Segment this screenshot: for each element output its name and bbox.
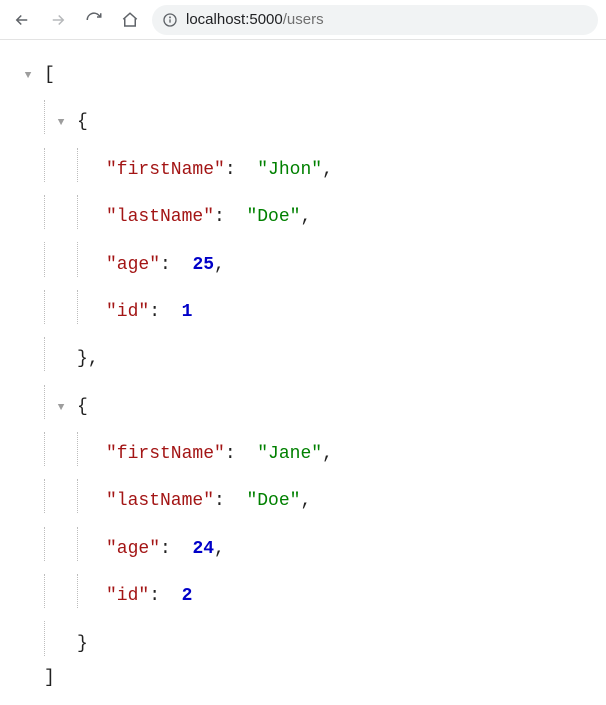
json-key: "firstName" — [106, 437, 225, 471]
address-bar[interactable]: localhost:5000/users — [152, 5, 598, 35]
object-open-brace: { — [77, 105, 88, 139]
array-open-bracket: [ — [44, 58, 55, 92]
json-colon: : — [214, 200, 225, 234]
back-button[interactable] — [8, 6, 36, 34]
collapse-toggle-icon[interactable]: ▼ — [55, 113, 67, 134]
object-close-brace: } — [77, 342, 88, 376]
home-button[interactable] — [116, 6, 144, 34]
url-path: /users — [283, 11, 324, 28]
json-string-value: "Doe" — [246, 200, 300, 234]
json-colon: : — [160, 248, 171, 282]
collapse-toggle-icon[interactable]: ▼ — [55, 398, 67, 419]
json-colon: : — [225, 153, 236, 187]
object-open-brace: { — [77, 390, 88, 424]
arrow-right-icon — [49, 11, 67, 29]
json-key: "lastName" — [106, 484, 214, 518]
json-colon: : — [149, 579, 160, 613]
json-string-value: "Doe" — [246, 484, 300, 518]
info-icon — [162, 12, 178, 28]
json-string-value: "Jhon" — [257, 153, 322, 187]
json-comma: , — [214, 532, 225, 566]
json-key: "id" — [106, 295, 149, 329]
json-number-value: 25 — [192, 248, 214, 282]
forward-button[interactable] — [44, 6, 72, 34]
object-close-brace: } — [77, 627, 88, 661]
url-text: localhost:5000/users — [186, 11, 324, 28]
json-key: "firstName" — [106, 153, 225, 187]
refresh-button[interactable] — [80, 6, 108, 34]
json-colon: : — [160, 532, 171, 566]
json-string-value: "Jane" — [257, 437, 322, 471]
json-number-value: 1 — [182, 295, 193, 329]
json-viewer: ▼[▼▼{▼▼"firstName": "Jhon",▼▼"lastName":… — [0, 40, 606, 705]
url-host: localhost:5000 — [186, 11, 283, 28]
collapse-toggle-icon[interactable]: ▼ — [22, 66, 34, 87]
json-comma: , — [214, 248, 225, 282]
json-colon: : — [225, 437, 236, 471]
json-key: "age" — [106, 248, 160, 282]
json-comma: , — [300, 484, 311, 518]
arrow-left-icon — [13, 11, 31, 29]
json-number-value: 24 — [192, 532, 214, 566]
home-icon — [121, 11, 139, 29]
json-key: "lastName" — [106, 200, 214, 234]
json-comma: , — [322, 437, 333, 471]
json-colon: : — [149, 295, 160, 329]
json-key: "id" — [106, 579, 149, 613]
json-comma: , — [300, 200, 311, 234]
json-number-value: 2 — [182, 579, 193, 613]
refresh-icon — [85, 11, 103, 29]
json-comma: , — [322, 153, 333, 187]
json-key: "age" — [106, 532, 160, 566]
array-close-bracket: ] — [44, 661, 55, 695]
browser-toolbar: localhost:5000/users — [0, 0, 606, 40]
json-colon: : — [214, 484, 225, 518]
json-comma: , — [88, 342, 99, 376]
